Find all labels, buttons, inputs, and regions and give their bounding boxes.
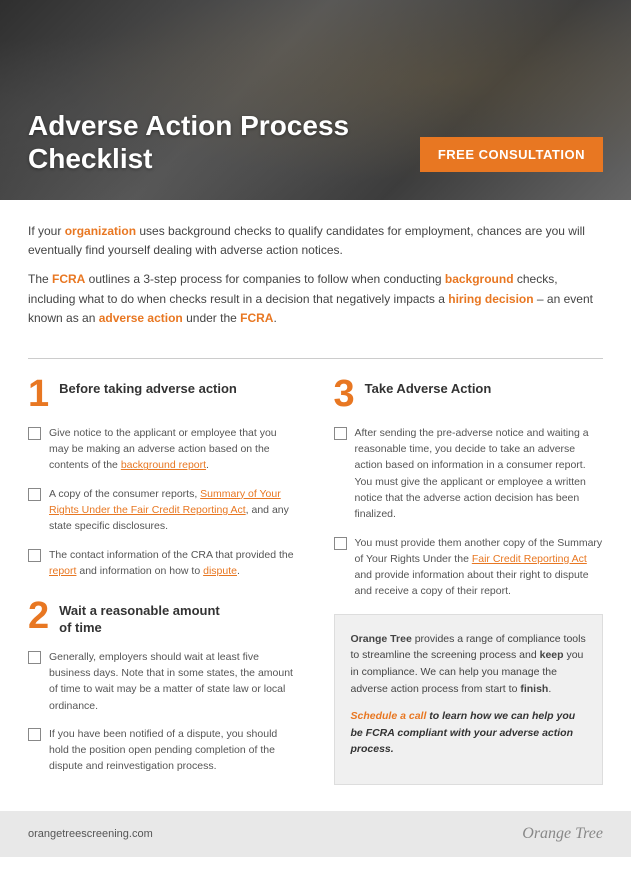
checklist-item: After sending the pre-adverse notice and…: [334, 425, 604, 523]
footer-brand: Orange Tree: [522, 825, 603, 843]
section-1-header: 1 Before taking adverse action: [28, 375, 298, 413]
main-content: 1 Before taking adverse action Give noti…: [0, 375, 631, 787]
checklist-text-2-1: Generally, employers should wait at leas…: [49, 649, 298, 714]
intro-para1: If your organization uses background che…: [28, 222, 603, 260]
section-2-header: 2 Wait a reasonable amount of time: [28, 597, 298, 637]
checklist-text-1-1: Give notice to the applicant or employee…: [49, 425, 298, 474]
cta-para1: Orange Tree provides a range of complian…: [351, 631, 587, 698]
section-2-title: Wait a reasonable amount of time: [59, 597, 220, 637]
section-1-title: Before taking adverse action: [59, 375, 237, 398]
checklist-text-2-2: If you have been notified of a dispute, …: [49, 726, 298, 775]
section-3: 3 Take Adverse Action After sending the …: [334, 375, 604, 600]
checkbox-2-1[interactable]: [28, 651, 41, 664]
highlight-fcra: FCRA: [52, 272, 85, 286]
right-column: 3 Take Adverse Action After sending the …: [326, 375, 612, 787]
section-1: 1 Before taking adverse action Give noti…: [28, 375, 298, 579]
checklist-item: Generally, employers should wait at leas…: [28, 649, 298, 714]
checkbox-1-1[interactable]: [28, 427, 41, 440]
checklist-text-3-1: After sending the pre-adverse notice and…: [355, 425, 604, 523]
checklist-item: The contact information of the CRA that …: [28, 547, 298, 580]
checklist-item: Give notice to the applicant or employee…: [28, 425, 298, 474]
section-2-number: 2: [28, 597, 49, 635]
checkbox-3-1[interactable]: [334, 427, 347, 440]
highlight-adverse: adverse action: [99, 311, 183, 325]
checklist-text-3-2: You must provide them another copy of th…: [355, 535, 604, 600]
intro-para2: The FCRA outlines a 3-step process for c…: [28, 270, 603, 328]
free-consultation-button[interactable]: FREE CONSULTATION: [420, 137, 603, 172]
checklist-item: You must provide them another copy of th…: [334, 535, 604, 600]
section-3-header: 3 Take Adverse Action: [334, 375, 604, 413]
checklist-item: A copy of the consumer reports, Summary …: [28, 486, 298, 535]
header-content: Adverse Action Process Checklist FREE CO…: [28, 109, 603, 176]
checkbox-1-2[interactable]: [28, 488, 41, 501]
footer: orangetreescreening.com Orange Tree: [0, 811, 631, 857]
section-3-title: Take Adverse Action: [365, 375, 492, 398]
footer-website: orangetreescreening.com: [28, 828, 153, 840]
highlight-hiring: hiring decision: [448, 292, 533, 306]
highlight-background: background: [445, 272, 514, 286]
intro-section: If your organization uses background che…: [0, 200, 631, 348]
section-1-number: 1: [28, 375, 49, 413]
checklist-item: If you have been notified of a dispute, …: [28, 726, 298, 775]
checkbox-2-2[interactable]: [28, 728, 41, 741]
checkbox-1-3[interactable]: [28, 549, 41, 562]
checklist-text-1-3: The contact information of the CRA that …: [49, 547, 298, 580]
header: Adverse Action Process Checklist FREE CO…: [0, 0, 631, 200]
section-divider: [28, 358, 603, 359]
checkbox-3-2[interactable]: [334, 537, 347, 550]
page-title: Adverse Action Process Checklist: [28, 109, 349, 176]
cta-para2: Schedule a call to learn how we can help…: [351, 708, 587, 758]
section-3-number: 3: [334, 375, 355, 413]
highlight-organization: organization: [65, 224, 136, 238]
left-column: 1 Before taking adverse action Give noti…: [20, 375, 306, 787]
highlight-fcra2: FCRA: [240, 311, 273, 325]
section-2: 2 Wait a reasonable amount of time Gener…: [28, 597, 298, 775]
checklist-text-1-2: A copy of the consumer reports, Summary …: [49, 486, 298, 535]
cta-box: Orange Tree provides a range of complian…: [334, 614, 604, 786]
